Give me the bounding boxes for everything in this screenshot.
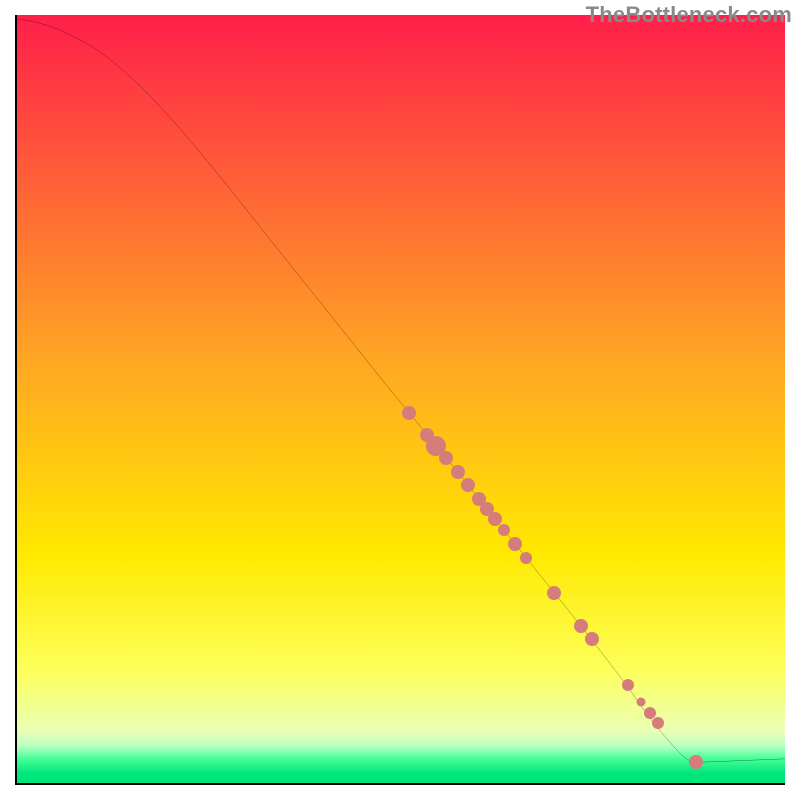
scatter-point: [547, 586, 561, 600]
scatter-point: [451, 465, 465, 479]
scatter-point: [574, 619, 588, 633]
scatter-point: [461, 478, 475, 492]
scatter-point: [689, 755, 703, 769]
scatter-point: [520, 552, 532, 564]
scatter-point: [585, 632, 599, 646]
scatter-point: [637, 697, 646, 706]
scatter-point: [439, 451, 453, 465]
y-axis: [15, 15, 17, 785]
scatter-point: [488, 512, 502, 526]
scatter-point: [652, 717, 664, 729]
plot-area: [15, 15, 785, 785]
scatter-point: [508, 537, 522, 551]
watermark-text: TheBottleneck.com: [586, 2, 792, 28]
x-axis: [15, 783, 785, 785]
curve-line: [15, 15, 785, 785]
scatter-point: [622, 679, 634, 691]
scatter-point: [498, 524, 510, 536]
scatter-point: [402, 406, 416, 420]
